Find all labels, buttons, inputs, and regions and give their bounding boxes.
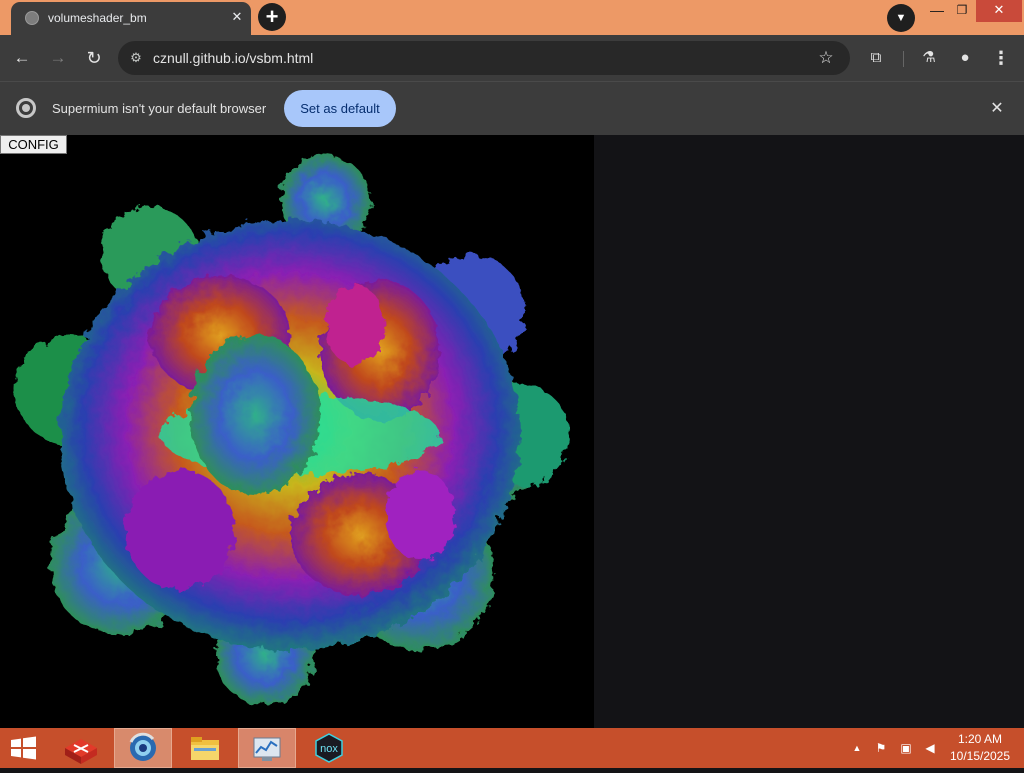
taskbar-app-browser[interactable] [114,728,172,768]
browser-toolbar: ← → ↻ ⚙ cznull.github.io/vsbm.html ☆ ⧉ ⚗… [0,35,1024,81]
windows-logo-icon [11,736,36,760]
clock-time[interactable]: 1:20 AM [944,732,1016,746]
windows-taskbar: nox ▲ ⚑ ▣ ◀ 1:20 AM 10/15/2025 [0,728,1024,768]
volume-muted-icon[interactable]: ◀ [921,739,939,757]
set-as-default-button[interactable]: Set as default [284,90,396,127]
fractal-render-image [15,155,570,705]
page-viewport: CONFIG [0,135,1024,728]
site-info-icon[interactable]: ⚙ [127,49,145,67]
address-bar[interactable]: ⚙ cznull.github.io/vsbm.html ☆ [118,41,850,75]
toolbar-divider [903,51,904,67]
default-browser-infobar: Supermium isn't your default browser Set… [0,81,1024,135]
menu-icon[interactable]: ⋮ [987,44,1015,72]
restore-button[interactable]: ❐ [950,0,974,22]
back-button[interactable]: ← [8,44,36,72]
new-tab-button[interactable]: + [258,3,286,31]
tab-close-icon[interactable]: ✕ [227,7,247,27]
network-icon[interactable]: ▣ [897,739,915,757]
shader-render-canvas[interactable]: CONFIG [0,135,594,728]
tray-overflow-icon[interactable]: ▲ [850,740,864,756]
tab-title: volumeshader_bm [48,11,147,25]
start-button[interactable] [0,728,48,768]
bookmark-star-icon[interactable]: ☆ [815,47,837,69]
taskbar-app-nox[interactable]: nox [300,728,358,768]
resource-monitor-icon [253,737,281,761]
nox-label: nox [320,743,338,755]
tab-search-button[interactable]: ▼ [887,4,915,32]
infobar-close-icon[interactable]: ✕ [986,98,1008,120]
clock-date[interactable]: 10/15/2025 [944,749,1016,763]
browser-orb-icon [129,732,156,761]
infobar-message: Supermium isn't your default browser [52,101,267,116]
nox-player-icon: nox [315,733,343,763]
taskbar-app-file-explorer[interactable] [176,728,234,768]
profile-icon[interactable]: ● [951,44,979,72]
close-window-button[interactable]: ✕ [976,0,1022,22]
extensions-icon[interactable]: ⧉ [862,44,890,72]
title-bar: volumeshader_bm ✕ + ▼ — ❐ ✕ [0,0,1024,35]
globe-icon [25,11,39,25]
folder-icon [191,737,219,760]
reload-button[interactable]: ↻ [80,44,108,72]
browser-logo-icon [16,98,36,118]
forward-button[interactable]: → [44,44,72,72]
action-center-flag-icon[interactable]: ⚑ [872,739,890,757]
url-text[interactable]: cznull.github.io/vsbm.html [153,50,313,66]
red-box-icon [65,739,97,764]
taskbar-app-monitor[interactable] [238,728,296,768]
config-button[interactable]: CONFIG [0,135,67,154]
taskbar-app-toolbox[interactable] [52,728,110,768]
browser-tab[interactable]: volumeshader_bm ✕ [11,2,251,35]
minimize-button[interactable]: — [925,0,949,22]
labs-flask-icon[interactable]: ⚗ [915,44,943,72]
